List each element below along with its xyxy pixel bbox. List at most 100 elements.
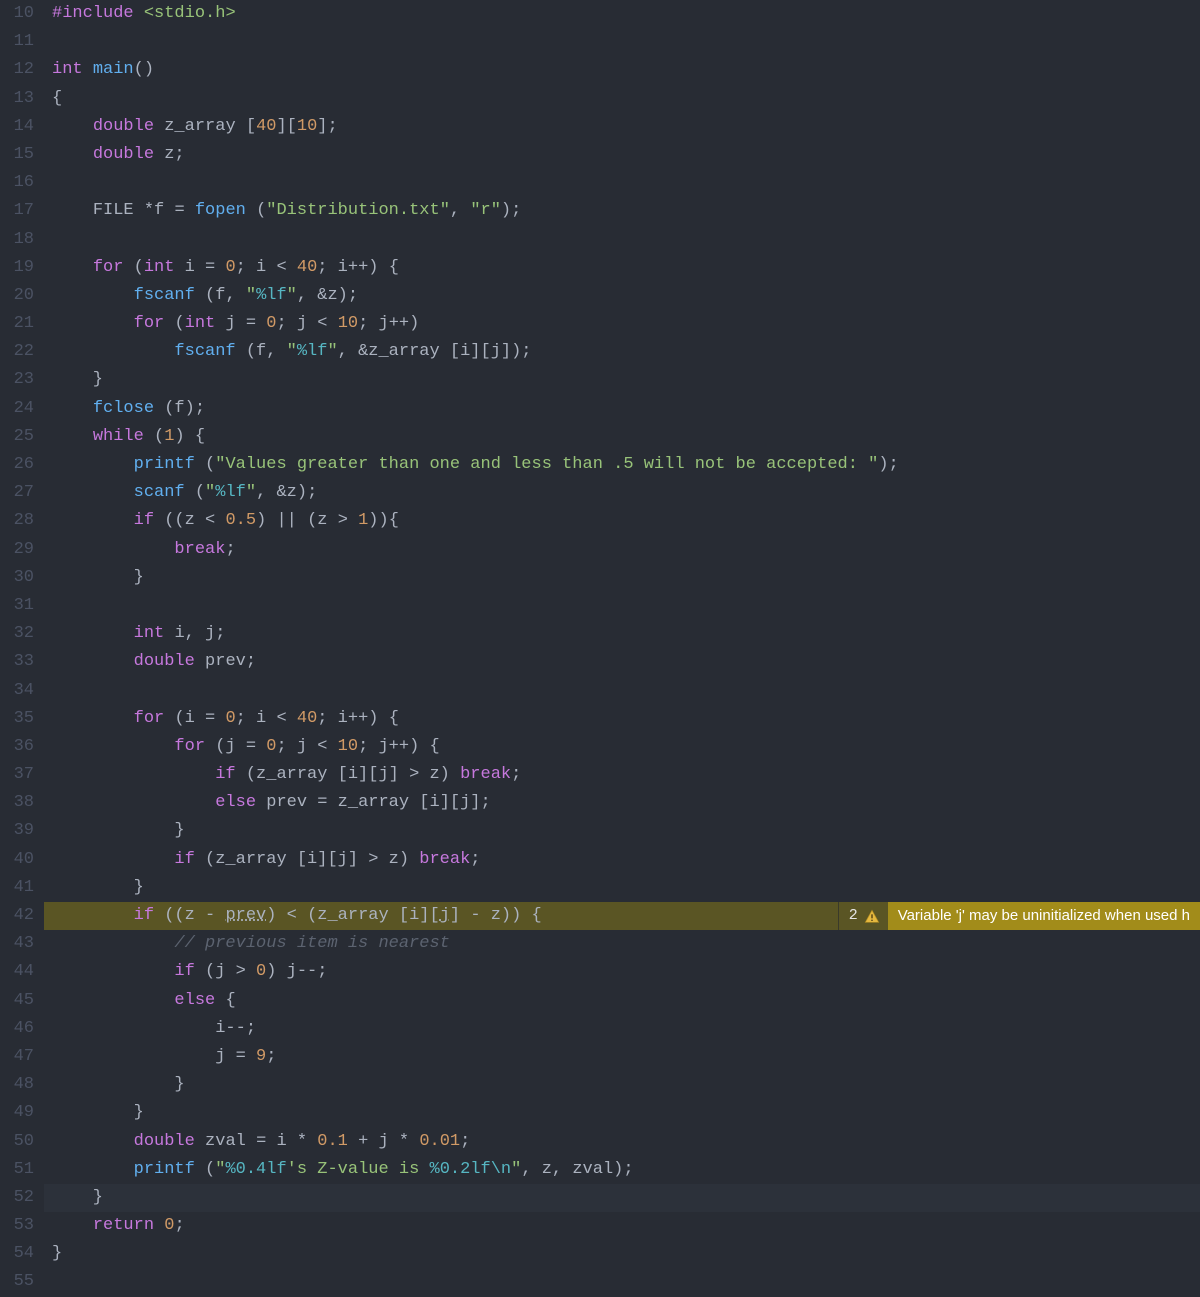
token [52, 737, 174, 756]
code-line[interactable]: while (1) { [44, 423, 1200, 451]
code-line[interactable]: { [44, 85, 1200, 113]
code-line[interactable]: FILE *f = fopen ("Distribution.txt", "r"… [44, 197, 1200, 225]
token: > [236, 962, 256, 981]
code-line[interactable]: } [44, 874, 1200, 902]
code-line[interactable]: } [44, 1099, 1200, 1127]
code-line[interactable]: double zval = i * 0.1 + j * 0.01; [44, 1128, 1200, 1156]
code-line[interactable]: } [44, 817, 1200, 845]
code-line[interactable]: double z; [44, 141, 1200, 169]
token: fopen [195, 201, 256, 220]
code-line[interactable]: int main() [44, 56, 1200, 84]
code-line[interactable]: j = 9; [44, 1043, 1200, 1071]
line-number: 39 [0, 817, 34, 845]
line-number: 33 [0, 648, 34, 676]
token: ; i [236, 258, 277, 277]
token: if [134, 906, 165, 925]
token: > [338, 511, 358, 530]
token [52, 624, 134, 643]
token: = [205, 709, 225, 728]
token: } [52, 1188, 103, 1207]
token: ((z [164, 906, 205, 925]
code-line[interactable]: else { [44, 987, 1200, 1015]
code-line[interactable] [44, 169, 1200, 197]
line-number: 38 [0, 789, 34, 817]
code-line[interactable]: for (int i = 0; i < 40; i++) { [44, 254, 1200, 282]
code-line[interactable] [44, 1268, 1200, 1296]
token: ; i++) { [317, 258, 399, 277]
token: double [93, 145, 164, 164]
token: } [52, 878, 144, 897]
token: ; j++) { [358, 737, 440, 756]
token [52, 793, 215, 812]
line-number: 12 [0, 56, 34, 84]
token: fclose [93, 399, 164, 418]
code-line[interactable] [44, 677, 1200, 705]
token: " [215, 1160, 225, 1179]
code-line[interactable]: for (int j = 0; j < 10; j++) [44, 310, 1200, 338]
code-line[interactable]: if (z_array [i][j] > z) break; [44, 846, 1200, 874]
code-line[interactable]: else prev = z_array [i][j]; [44, 789, 1200, 817]
code-line[interactable]: for (j = 0; j < 10; j++) { [44, 733, 1200, 761]
token: < [276, 258, 296, 277]
code-line[interactable]: i--; [44, 1015, 1200, 1043]
token: #include [52, 4, 144, 23]
code-line[interactable]: } [44, 564, 1200, 592]
code-line[interactable]: if ((z < 0.5) || (z > 1)){ [44, 507, 1200, 535]
line-number: 26 [0, 451, 34, 479]
code-line[interactable]: fclose (f); [44, 395, 1200, 423]
token: > [368, 850, 388, 869]
token: 0 [225, 258, 235, 277]
code-line[interactable]: printf ("Values greater than one and les… [44, 451, 1200, 479]
code-line[interactable]: int i, j; [44, 620, 1200, 648]
code-line[interactable]: fscanf (f, "%lf", &z); [44, 282, 1200, 310]
token: " [327, 342, 337, 361]
token: 0.1 [317, 1132, 358, 1151]
code-line[interactable] [44, 28, 1200, 56]
line-number: 15 [0, 141, 34, 169]
token: (f); [164, 399, 205, 418]
code-line[interactable]: fscanf (f, "%lf", &z_array [i][j]); [44, 338, 1200, 366]
warning-message[interactable]: Variable 'j' may be uninitialized when u… [888, 902, 1200, 930]
token: FILE [93, 201, 144, 220]
code-line[interactable] [44, 592, 1200, 620]
code-line[interactable]: #include <stdio.h> [44, 0, 1200, 28]
code-line[interactable]: double prev; [44, 648, 1200, 676]
token: else [215, 793, 266, 812]
code-line[interactable]: printf ("%0.4lf's Z-value is %0.2lf\n", … [44, 1156, 1200, 1184]
code-line[interactable]: } [44, 366, 1200, 394]
token: ; [266, 1047, 276, 1066]
token: < [205, 511, 225, 530]
code-line[interactable]: } [44, 1240, 1200, 1268]
token: %lf [297, 342, 328, 361]
code-area[interactable]: #include <stdio.h> int main() { double z_a… [44, 0, 1200, 1289]
code-line[interactable]: for (i = 0; i < 40; i++) { [44, 705, 1200, 733]
token: + [358, 1132, 378, 1151]
line-number: 20 [0, 282, 34, 310]
code-line[interactable]: } [44, 1071, 1200, 1099]
inline-warning-panel[interactable]: 2Variable 'j' may be uninitialized when … [838, 902, 1200, 930]
line-number: 47 [0, 1043, 34, 1071]
token: i, j; [174, 624, 225, 643]
code-line[interactable]: // previous item is nearest [44, 930, 1200, 958]
code-line[interactable] [44, 226, 1200, 254]
code-line[interactable]: if ((z - prev) < (z_array [i][j] - z)) {… [44, 902, 1200, 930]
code-line[interactable]: if (z_array [i][j] > z) break; [44, 761, 1200, 789]
token: <stdio.h> [144, 4, 236, 23]
code-editor[interactable]: 1011121314151617181920212223242526272829… [0, 0, 1200, 1289]
token [52, 455, 134, 474]
code-line[interactable]: if (j > 0) j--; [44, 958, 1200, 986]
code-line[interactable]: } [44, 1184, 1200, 1212]
token: } [52, 1244, 62, 1263]
line-number: 14 [0, 113, 34, 141]
token: int [52, 60, 93, 79]
token: j [440, 906, 450, 925]
code-line[interactable]: return 0; [44, 1212, 1200, 1240]
token: j [225, 314, 245, 333]
line-number: 16 [0, 169, 34, 197]
token: (z_array [i][j] [205, 850, 368, 869]
warning-count-badge[interactable]: 2 [838, 902, 888, 930]
token: { [52, 89, 62, 108]
code-line[interactable]: scanf ("%lf", &z); [44, 479, 1200, 507]
code-line[interactable]: break; [44, 536, 1200, 564]
code-line[interactable]: double z_array [40][10]; [44, 113, 1200, 141]
